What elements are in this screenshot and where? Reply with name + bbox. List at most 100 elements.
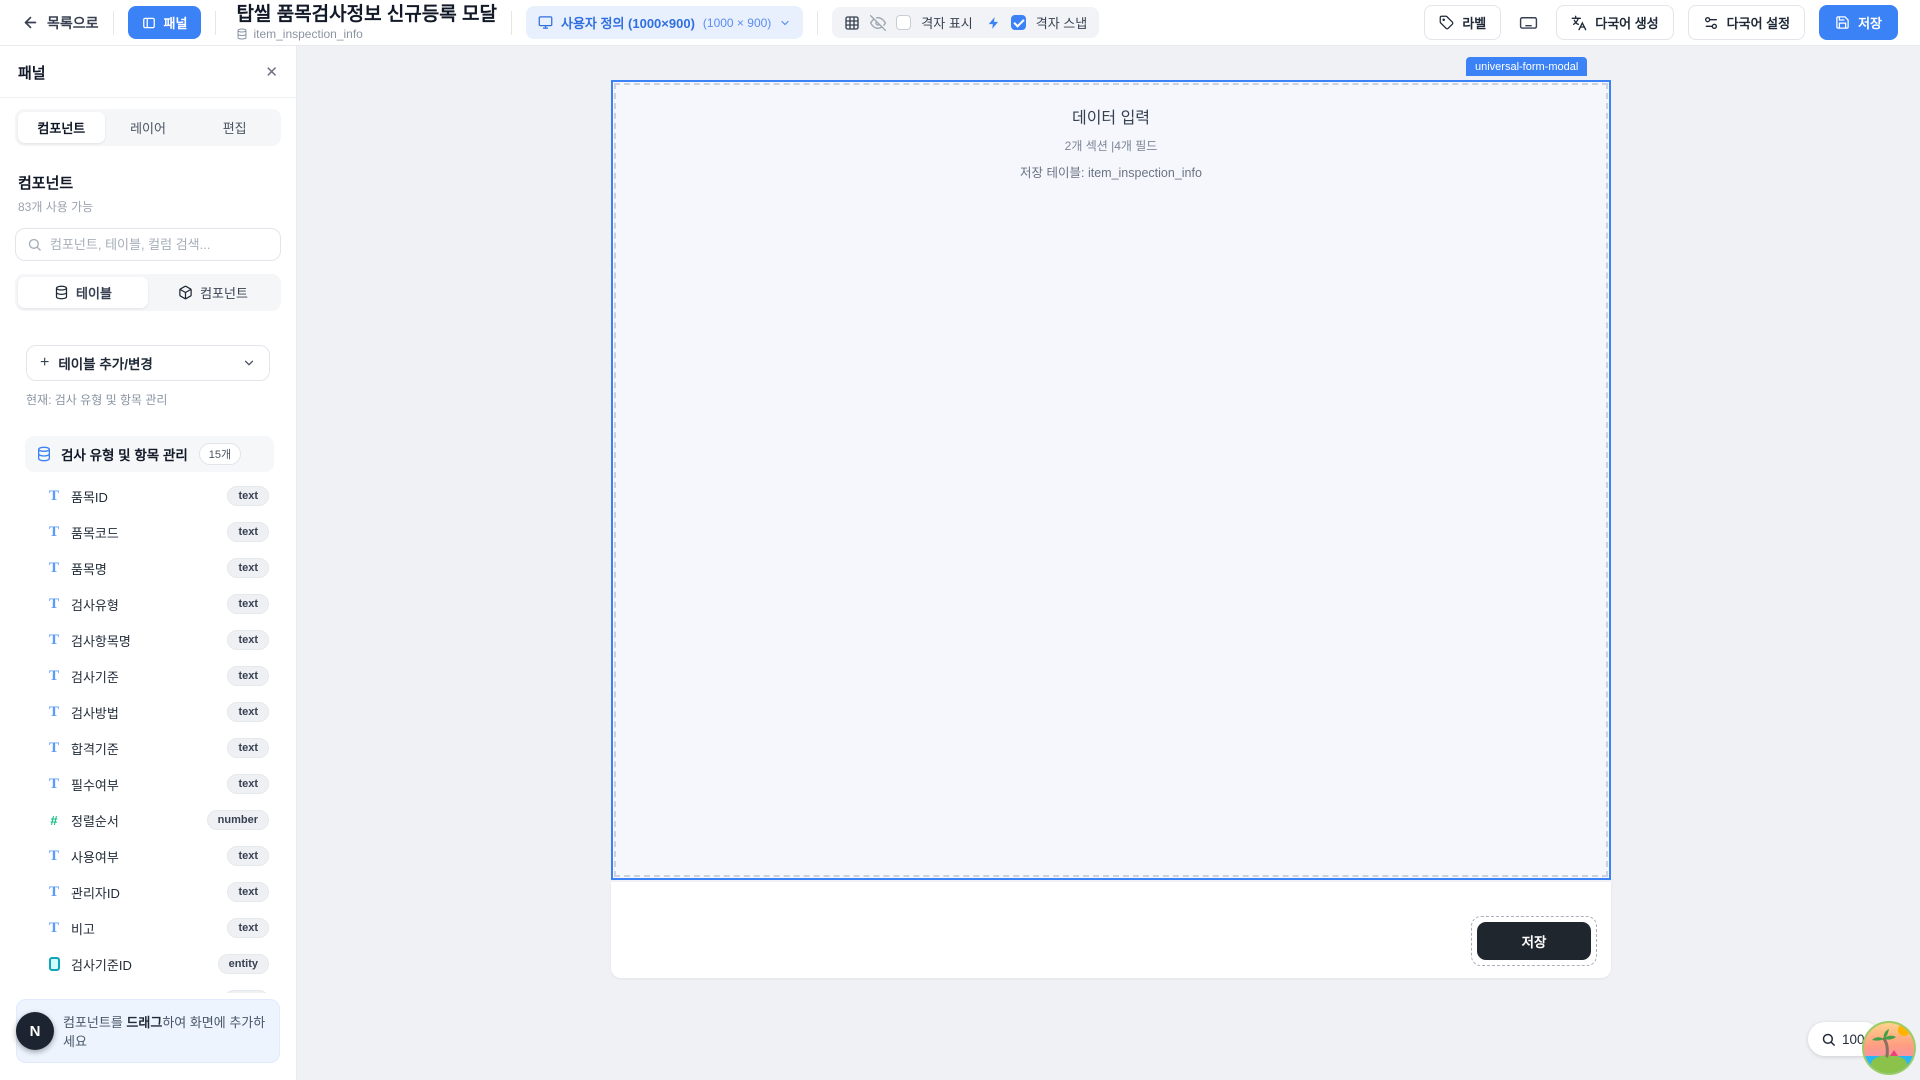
field-list-item[interactable]: T 관리자ID text bbox=[25, 874, 274, 910]
field-scroll-area[interactable]: 검사 유형 및 항목 관리 15개 T 품목ID text T 품목코드 tex… bbox=[15, 436, 281, 993]
back-to-list-label: 목록으로 bbox=[47, 13, 99, 33]
sliders-icon bbox=[1703, 15, 1719, 31]
tab-components[interactable]: 컴포넌트 bbox=[18, 112, 105, 143]
selected-element-outline: 저장 bbox=[1471, 916, 1597, 966]
modal-save-table-info: 저장 테이블: item_inspection_info bbox=[613, 162, 1609, 181]
page-title: 탑씰 품목검사정보 신규등록 모달 bbox=[236, 4, 497, 26]
database-icon bbox=[36, 446, 52, 462]
entity-type-icon bbox=[49, 957, 60, 971]
text-type-icon: T bbox=[49, 921, 59, 936]
show-grid-checkbox[interactable] bbox=[896, 15, 911, 30]
modal-drop-outline bbox=[614, 83, 1608, 877]
source-tab-table[interactable]: 테이블 bbox=[18, 277, 148, 308]
field-list-item[interactable]: T 품목ID text bbox=[25, 478, 274, 514]
show-grid-label: 격자 표시 bbox=[921, 13, 972, 32]
field-list-item[interactable]: T 필수여부 text bbox=[25, 766, 274, 802]
field-list-item[interactable]: # 정렬순서 number bbox=[25, 802, 274, 838]
add-table-dropdown[interactable]: + 테이블 추가/변경 bbox=[26, 345, 270, 381]
text-type-icon: T bbox=[49, 669, 59, 684]
tab-layers[interactable]: 레이어 bbox=[105, 112, 192, 143]
text-type-icon: T bbox=[49, 525, 59, 540]
drag-tip: 컴포넌트를 드래그하여 화면에 추가하세요 N bbox=[16, 999, 280, 1063]
bound-table-name: item_inspection_info bbox=[253, 27, 362, 41]
save-button[interactable]: 저장 bbox=[1819, 5, 1898, 40]
field-list-item[interactable]: 변경이력 date bbox=[25, 982, 274, 993]
field-list-item[interactable]: T 합격기준 text bbox=[25, 730, 274, 766]
field-list-item[interactable]: T 검사유형 text bbox=[25, 586, 274, 622]
field-list-item[interactable]: T 검사방법 text bbox=[25, 694, 274, 730]
text-type-icon: T bbox=[49, 885, 59, 900]
components-section-title: 컴포넌트 bbox=[18, 172, 278, 193]
text-type-icon: T bbox=[49, 561, 59, 576]
table-group-count-badge: 15개 bbox=[199, 443, 241, 465]
current-table-label: 현재: 검사 유형 및 항목 관리 bbox=[26, 391, 270, 408]
search-input[interactable] bbox=[50, 237, 269, 252]
lightning-icon bbox=[987, 16, 1001, 30]
field-list-item[interactable]: T 검사기준 text bbox=[25, 658, 274, 694]
field-list-item[interactable]: T 비고 text bbox=[25, 910, 274, 946]
viewport-label: 사용자 정의 (1000×900) bbox=[561, 13, 695, 32]
arrow-left-icon bbox=[22, 14, 39, 31]
magnifier-icon bbox=[1821, 1032, 1836, 1047]
number-type-icon: # bbox=[50, 814, 57, 827]
plus-icon: + bbox=[40, 354, 49, 372]
panel-toggle-button[interactable]: 패널 bbox=[128, 6, 202, 39]
field-list: T 품목ID text T 품목코드 text T 품목명 text T 검사유… bbox=[25, 478, 274, 993]
components-count: 83개 사용 가능 bbox=[18, 198, 278, 215]
panel-tabs: 컴포넌트 레이어 편집 bbox=[15, 109, 281, 146]
snap-grid-label: 격자 스냅 bbox=[1036, 13, 1087, 32]
keyboard-shortcuts-button[interactable] bbox=[1515, 9, 1542, 36]
viewport-size-value: (1000 × 900) bbox=[703, 16, 771, 30]
snap-grid-checkbox[interactable] bbox=[1011, 15, 1026, 30]
collaborator-cursor-avatar: N bbox=[16, 1012, 54, 1050]
floppy-icon bbox=[1835, 15, 1850, 30]
panel-title: 패널 bbox=[18, 62, 46, 83]
top-toolbar: 목록으로 패널 탑씰 품목검사정보 신규등록 모달 item_inspectio… bbox=[0, 0, 1920, 46]
field-list-item[interactable]: T 사용여부 text bbox=[25, 838, 274, 874]
modal-footer: 저장 bbox=[611, 882, 1611, 978]
divider bbox=[113, 11, 114, 35]
i18n-generate-button[interactable]: 다국어 생성 bbox=[1556, 5, 1673, 40]
i18n-settings-button[interactable]: 다국어 설정 bbox=[1688, 5, 1805, 40]
divider bbox=[215, 11, 216, 35]
label-mode-button[interactable]: 라벨 bbox=[1424, 5, 1501, 40]
text-type-icon: T bbox=[49, 741, 59, 756]
table-group-header[interactable]: 검사 유형 및 항목 관리 15개 bbox=[25, 436, 274, 472]
chevron-down-icon bbox=[242, 356, 256, 370]
universal-form-modal-dropzone[interactable]: 데이터 입력 2개 섹션 |4개 필드 저장 테이블: item_inspect… bbox=[611, 80, 1611, 880]
text-type-icon: T bbox=[49, 597, 59, 612]
grid-icon[interactable] bbox=[844, 15, 860, 31]
tab-edit[interactable]: 편집 bbox=[191, 112, 278, 143]
source-toggle: 테이블 컴포넌트 bbox=[15, 274, 281, 311]
eye-off-icon[interactable] bbox=[870, 15, 886, 31]
modal-section-summary: 2개 섹션 |4개 필드 bbox=[613, 137, 1609, 154]
cube-icon bbox=[178, 285, 193, 300]
viewport-size-button[interactable]: 사용자 정의 (1000×900) (1000 × 900) bbox=[526, 6, 803, 39]
source-tab-component[interactable]: 컴포넌트 bbox=[148, 277, 278, 308]
field-list-item[interactable]: T 검사항목명 text bbox=[25, 622, 274, 658]
chevron-down-icon bbox=[779, 17, 791, 29]
database-icon bbox=[54, 285, 69, 300]
text-type-icon: T bbox=[49, 633, 59, 648]
component-search[interactable] bbox=[15, 228, 281, 261]
back-to-list-button[interactable]: 목록으로 bbox=[22, 13, 99, 33]
text-type-icon: T bbox=[49, 849, 59, 864]
text-type-icon: T bbox=[49, 705, 59, 720]
modal-save-button[interactable]: 저장 bbox=[1477, 922, 1591, 960]
tag-icon bbox=[1439, 15, 1454, 30]
modal-title: 데이터 입력 bbox=[613, 104, 1609, 128]
grid-controls: 격자 표시 격자 스냅 bbox=[832, 7, 1099, 38]
text-type-icon: T bbox=[49, 489, 59, 504]
text-type-icon: T bbox=[49, 777, 59, 792]
translate-icon bbox=[1571, 15, 1587, 31]
field-list-item[interactable]: 검사기준ID entity bbox=[25, 946, 274, 982]
monitor-icon bbox=[538, 15, 553, 30]
close-icon[interactable]: ✕ bbox=[265, 65, 278, 80]
table-group-name: 검사 유형 및 항목 관리 bbox=[61, 444, 188, 464]
island-emoji-sticker bbox=[1861, 1020, 1917, 1076]
database-icon bbox=[236, 28, 248, 40]
field-list-item[interactable]: T 품목코드 text bbox=[25, 514, 274, 550]
divider bbox=[817, 11, 818, 35]
divider bbox=[511, 11, 512, 35]
field-list-item[interactable]: T 품목명 text bbox=[25, 550, 274, 586]
